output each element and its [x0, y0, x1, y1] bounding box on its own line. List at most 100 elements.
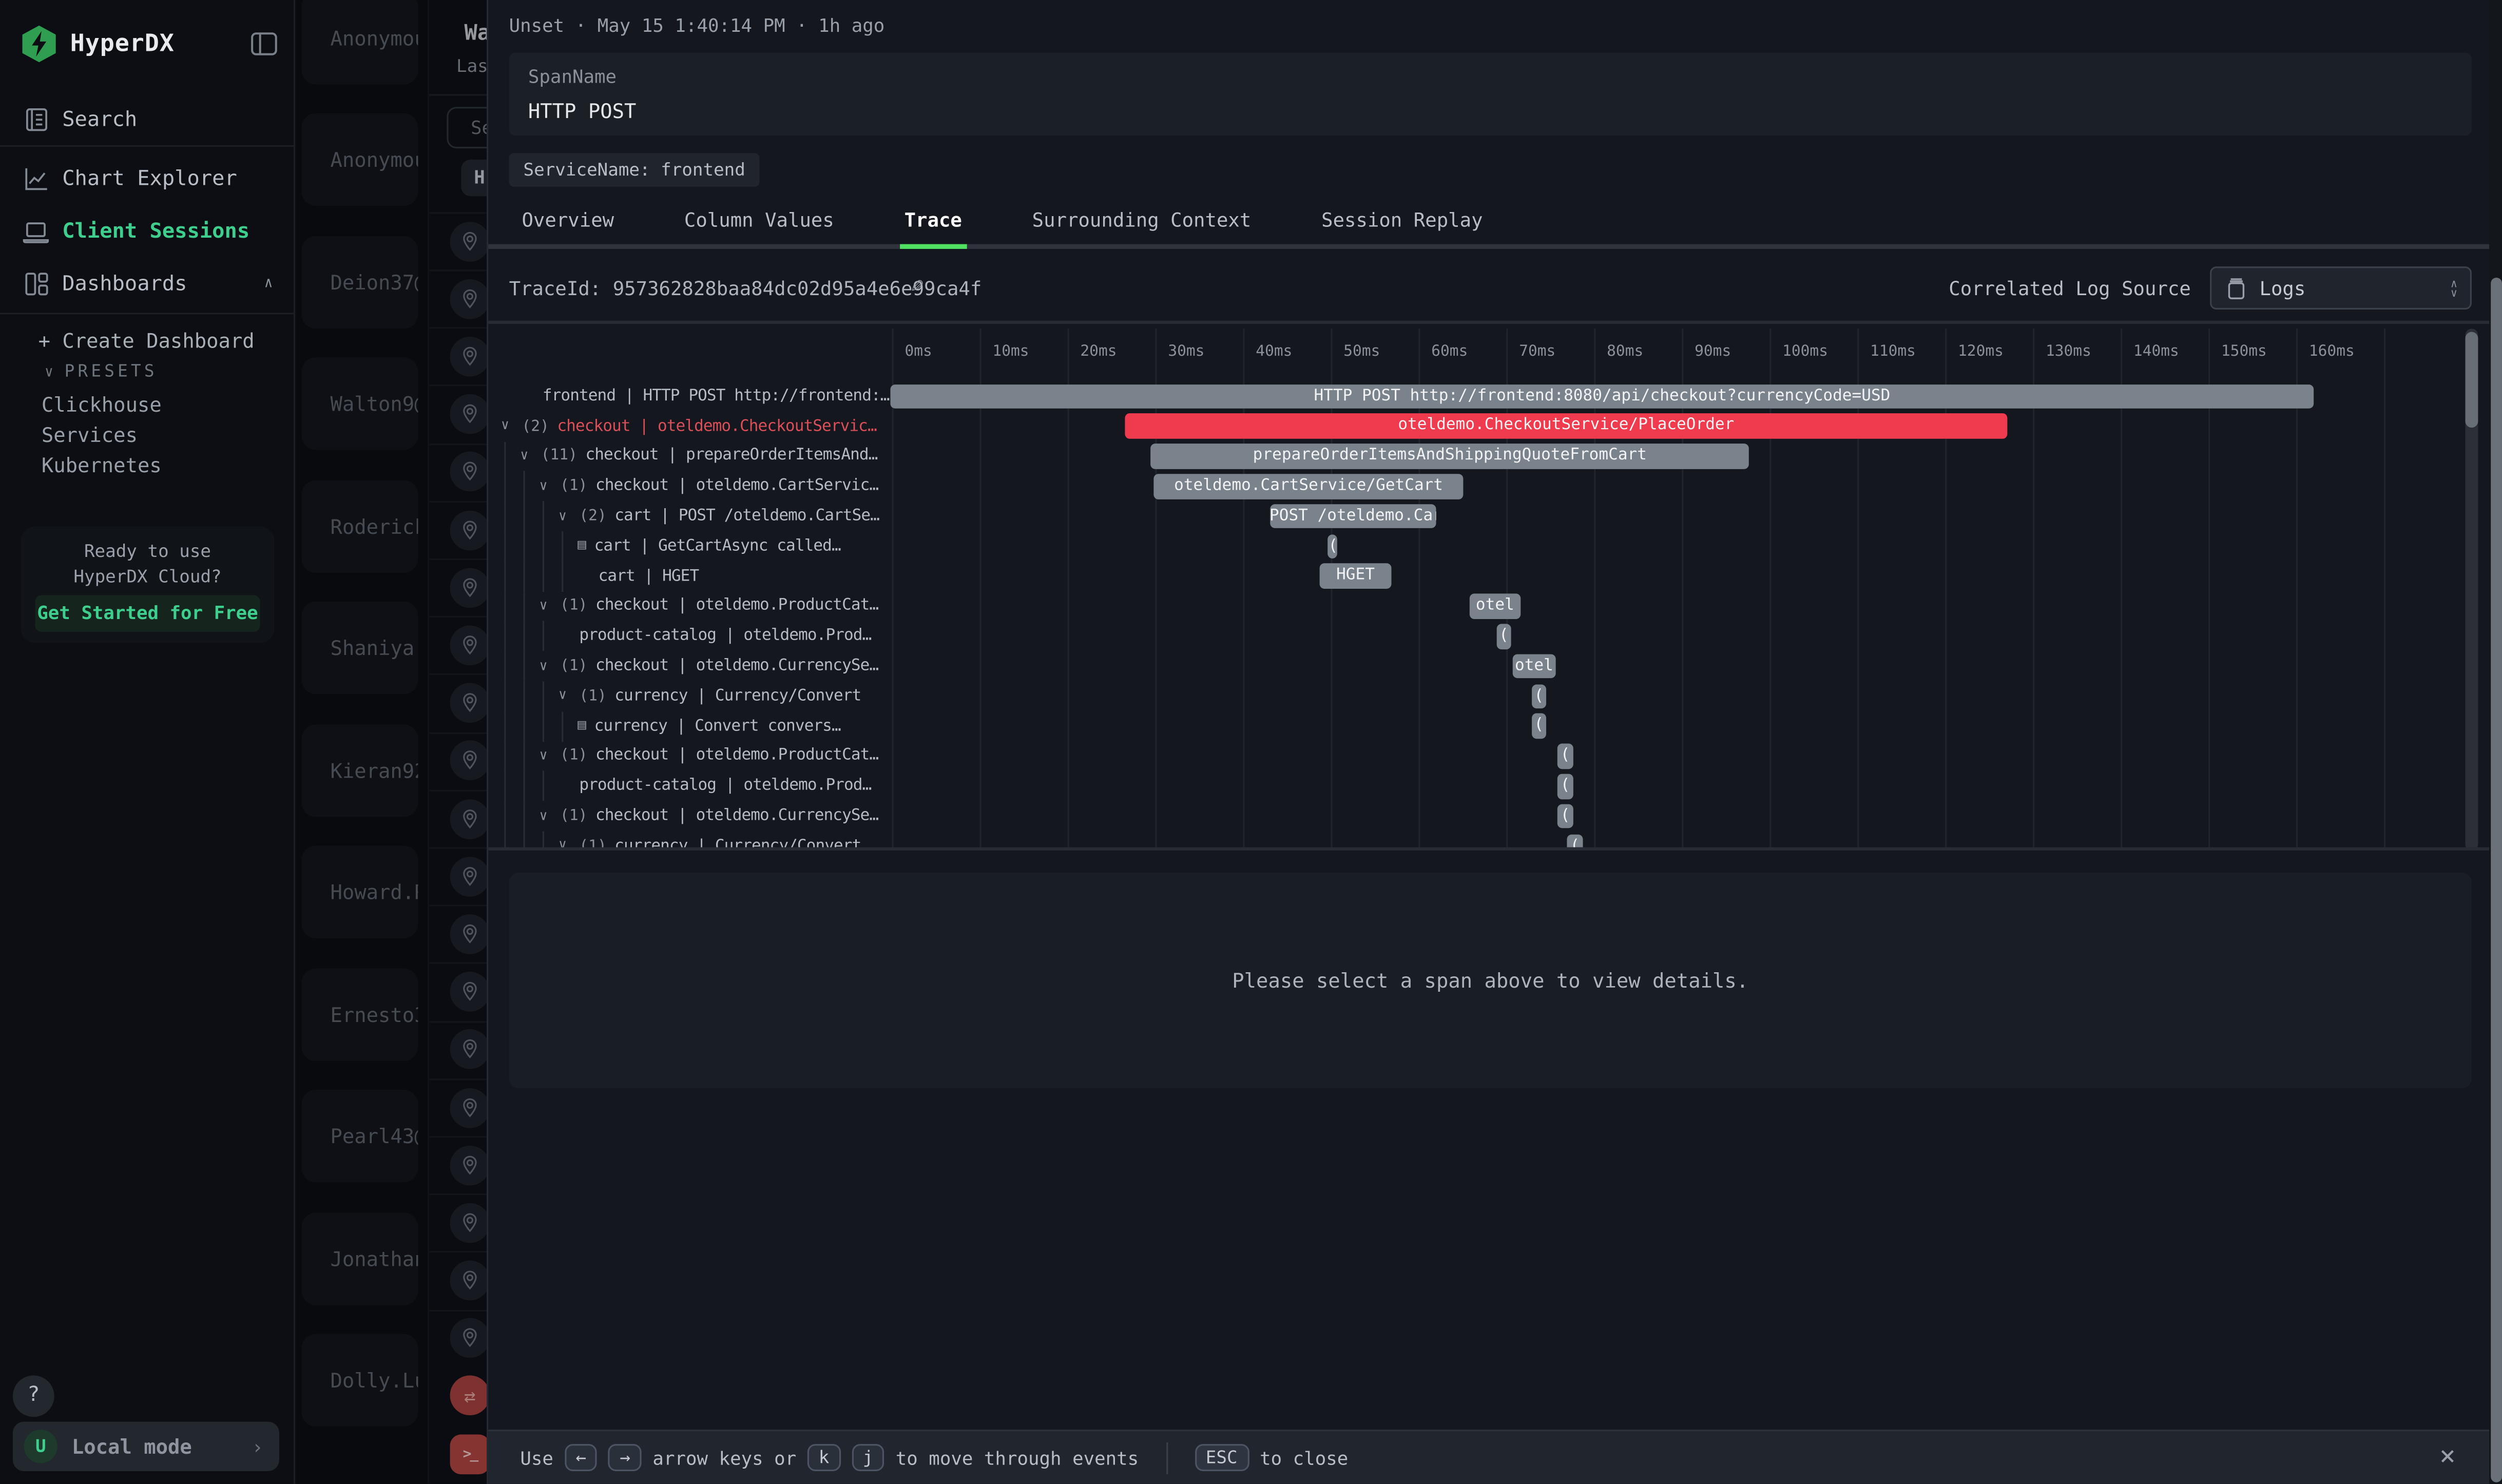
page-scrollbar-thumb[interactable] — [2490, 278, 2501, 1482]
edit-icon[interactable]: ✎ — [911, 275, 923, 299]
location-pin-icon[interactable] — [450, 337, 487, 377]
get-started-button[interactable]: Get Started for Free — [35, 595, 260, 631]
hint-text: to move through events — [896, 1447, 1139, 1469]
session-card[interactable]: Ernesto33@ — [301, 968, 418, 1061]
presets-section-toggle[interactable]: ∨PRESETS — [45, 362, 158, 381]
span-bar[interactable]: ( — [1567, 834, 1583, 850]
sidebar-item-search[interactable]: Search — [0, 96, 295, 144]
session-card[interactable]: Jonathan.B — [301, 1212, 418, 1304]
session-card[interactable]: Kieran92@h — [301, 724, 418, 816]
waterfall-scrollbar-thumb[interactable] — [2465, 332, 2478, 428]
span-name-label: SpanName — [528, 65, 617, 88]
location-pin-icon[interactable] — [450, 1145, 487, 1185]
sidebar-item-label: Search — [62, 108, 137, 132]
span-bar[interactable]: HGET — [1319, 564, 1391, 588]
span-bar[interactable]: ( — [1557, 774, 1573, 799]
span-bar[interactable]: ( — [1532, 684, 1546, 708]
highlighted-tab-truncated[interactable]: H — [461, 160, 487, 196]
span-bar[interactable]: prepareOrderItemsAndShippingQuoteFromCar… — [1150, 444, 1750, 469]
search-input[interactable]: Sea — [447, 107, 487, 148]
local-mode-menu[interactable]: U Local mode › — [13, 1422, 279, 1471]
tab-column-values[interactable]: Column Values — [680, 209, 839, 244]
tab-surrounding-context[interactable]: Surrounding Context — [1027, 209, 1256, 244]
location-pin-icon[interactable] — [450, 1318, 487, 1358]
span-bar[interactable]: HTTP POST http://frontend:8080/api/check… — [890, 384, 2314, 409]
span-bar[interactable]: ( — [1557, 744, 1573, 768]
axis-tick-label: 60ms — [1431, 343, 1468, 360]
tab-session-replay[interactable]: Session Replay — [1317, 209, 1488, 244]
help-button[interactable]: ? — [13, 1375, 54, 1417]
location-pin-icon[interactable] — [450, 741, 487, 781]
location-pin-icon[interactable] — [450, 279, 487, 319]
create-dashboard-button[interactable]: + Create Dashboard — [39, 329, 255, 353]
location-pin-icon[interactable] — [450, 221, 487, 261]
location-pin-icon[interactable] — [450, 394, 487, 434]
log-source-select[interactable]: Logs ∧∨ — [2210, 266, 2472, 310]
location-pin-icon[interactable] — [450, 1261, 487, 1301]
database-icon — [2226, 277, 2246, 299]
sidebar-item-label: Chart Explorer — [62, 167, 237, 191]
session-card[interactable]: Shaniya.Sc — [301, 602, 418, 695]
session-card[interactable]: Deion37@gm — [301, 236, 418, 329]
tab-trace[interactable]: Trace — [899, 209, 967, 249]
terminal-icon[interactable]: >_ — [450, 1434, 487, 1474]
location-pin-icon[interactable] — [450, 1087, 487, 1127]
session-card[interactable]: Roderick_S — [301, 480, 418, 572]
location-pin-icon[interactable] — [450, 625, 487, 665]
span-name-card: SpanName HTTP POST — [509, 53, 2472, 136]
trace-id-row: TraceId: 957362828baa84dc02d95a4e6e99ca4… — [488, 254, 2492, 324]
event-row-divider — [429, 1194, 487, 1196]
tab-overview[interactable]: Overview — [517, 209, 619, 244]
exchange-icon[interactable]: ⇄ — [450, 1375, 487, 1415]
j-key: j — [852, 1444, 884, 1471]
location-pin-icon[interactable] — [450, 510, 487, 550]
event-row-divider — [429, 1309, 487, 1311]
span-bar[interactable]: ( — [1497, 624, 1511, 648]
sidebar-item-label: Client Sessions — [62, 219, 249, 243]
sidebar-preset-clickhouse[interactable]: Clickhouse — [42, 393, 162, 417]
span-bar[interactable]: oteldemo.CheckoutService/PlaceOrder — [1125, 414, 2008, 438]
session-card[interactable]: Howard.Run — [301, 846, 418, 938]
span-bar[interactable]: oteldemo.CartService/GetCart — [1153, 474, 1463, 498]
sidebar-item-dashboards[interactable]: Dashboards ∧ — [0, 260, 295, 308]
collapse-sidebar-icon[interactable] — [251, 31, 278, 55]
location-pin-icon[interactable] — [450, 452, 487, 492]
session-user-name: Jonathan.B — [330, 1246, 418, 1270]
sidebar-item-client-sessions[interactable]: Client Sessions — [0, 207, 295, 255]
event-row-divider — [429, 385, 487, 387]
session-card[interactable]: Pearl43@ho — [301, 1090, 418, 1182]
location-pin-icon[interactable] — [450, 1203, 487, 1243]
sidebar-preset-services[interactable]: Services — [42, 423, 138, 447]
session-card[interactable]: Anonymous — [301, 114, 418, 206]
session-card[interactable]: Walton9@ho — [301, 358, 418, 450]
session-list-background: Anonymous Anonymous Deion37@gm Walton9@ho Ro… — [297, 0, 487, 1484]
location-pin-icon[interactable] — [450, 914, 487, 954]
sidebar-preset-kubernetes[interactable]: Kubernetes — [42, 453, 162, 477]
session-user-name: Deion37@gm — [330, 271, 418, 295]
sidebar-item-chart-explorer[interactable]: Chart Explorer — [0, 155, 295, 203]
location-pin-icon[interactable] — [450, 856, 487, 896]
span-bar[interactable]: ( — [1329, 534, 1338, 558]
placeholder-text: Please select a span above to view detai… — [1232, 969, 1748, 993]
event-row-divider — [429, 1020, 487, 1022]
location-pin-icon[interactable] — [450, 972, 487, 1012]
event-detail-panel: Unset · May 15 1:40:14 PM · 1h ago SpanN… — [487, 0, 2491, 1484]
axis-tick-label: 160ms — [2309, 343, 2355, 360]
close-icon[interactable]: × — [2439, 1436, 2456, 1478]
span-bar[interactable]: ( — [1557, 804, 1573, 828]
span-bar[interactable]: otel — [1513, 654, 1556, 679]
chevron-up-icon[interactable]: ∧ — [264, 276, 273, 292]
session-card[interactable]: Dolly.Lub — [301, 1334, 418, 1426]
span-bar[interactable]: ( — [1532, 714, 1546, 739]
axis-tick-label: 150ms — [2221, 343, 2267, 360]
location-pin-icon[interactable] — [450, 568, 487, 608]
span-bar[interactable]: POST /oteldemo.Cart — [1269, 504, 1436, 529]
span-bar[interactable]: otel — [1470, 594, 1521, 619]
session-card[interactable]: Anonymous — [301, 0, 418, 85]
location-pin-icon[interactable] — [450, 1030, 487, 1070]
location-pin-icon[interactable] — [450, 799, 487, 839]
local-mode-label: Local mode — [72, 1434, 192, 1458]
axis-tick-label: 140ms — [2133, 343, 2179, 360]
location-pin-icon[interactable] — [450, 683, 487, 723]
service-name-chip[interactable]: ServiceName: frontend — [509, 153, 760, 186]
